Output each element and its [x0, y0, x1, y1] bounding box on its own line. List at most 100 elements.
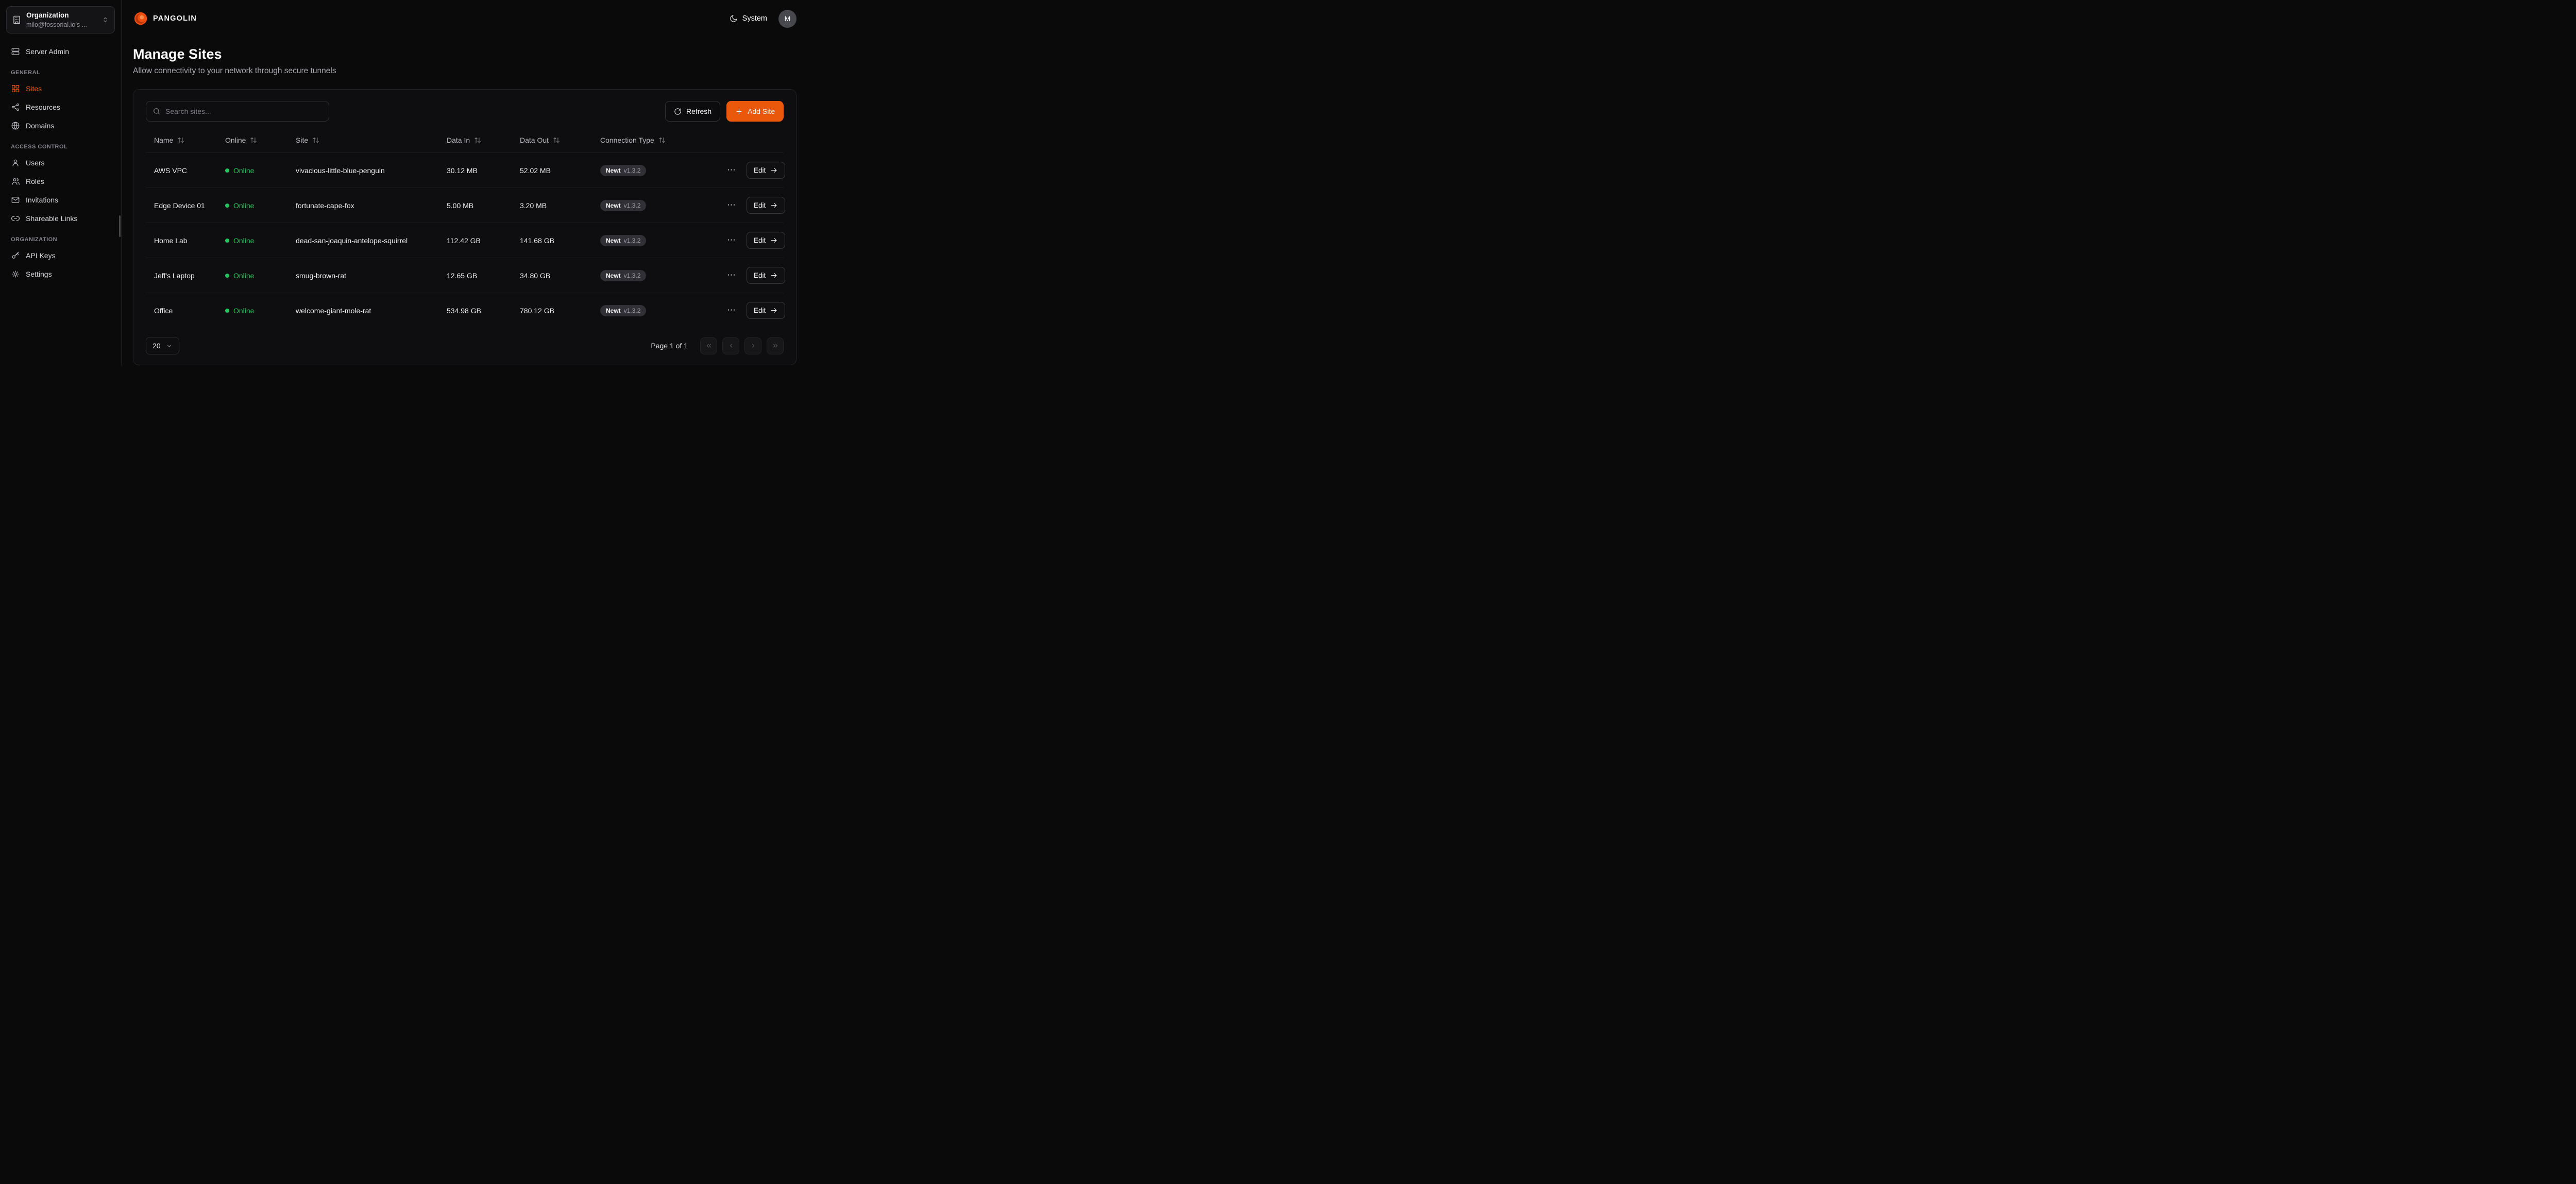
data-in-value: 534.98 GB: [447, 307, 481, 315]
sidebar-item-invitations[interactable]: Invitations: [6, 191, 115, 209]
sidebar-item-sites[interactable]: Sites: [6, 80, 115, 97]
column-header-name[interactable]: Name: [146, 131, 217, 153]
user-icon: [11, 158, 20, 167]
avatar[interactable]: M: [778, 10, 796, 28]
site-tunnel-name: fortunate-cape-fox: [296, 201, 354, 210]
column-header-site[interactable]: Site: [287, 131, 438, 153]
edit-button[interactable]: Edit: [747, 162, 785, 179]
sidebar-scrollbar[interactable]: [119, 215, 121, 237]
arrow-right-icon: [770, 236, 778, 244]
search-input[interactable]: [165, 107, 323, 115]
data-out-value: 34.80 GB: [520, 272, 550, 280]
column-label: Connection Type: [600, 136, 654, 144]
page-size-select[interactable]: 20: [146, 337, 179, 354]
org-selector[interactable]: Organization milo@fossorial.io's ...: [6, 6, 115, 33]
globe-icon: [11, 121, 20, 130]
connection-type-name: Newt: [606, 272, 621, 279]
sort-icon: [312, 137, 319, 144]
edit-label: Edit: [754, 166, 766, 174]
first-page-button[interactable]: [700, 337, 717, 354]
row-more-button[interactable]: ⋯: [726, 234, 737, 247]
edit-label: Edit: [754, 201, 766, 209]
sidebar: Organization milo@fossorial.io's ... Ser…: [0, 0, 122, 366]
section-label-access-control: ACCESS CONTROL: [11, 144, 110, 150]
pangolin-logo-icon: [133, 11, 148, 26]
card-footer: 20 Page 1 of 1: [146, 337, 784, 354]
previous-page-button[interactable]: [722, 337, 739, 354]
sidebar-item-users[interactable]: Users: [6, 154, 115, 172]
sidebar-item-label: Sites: [26, 84, 42, 93]
site-name: Jeff's Laptop: [154, 272, 195, 280]
row-more-button[interactable]: ⋯: [726, 164, 737, 177]
sort-icon: [658, 137, 666, 144]
section-label-general: GENERAL: [11, 70, 110, 76]
sites-icon: [11, 84, 20, 93]
edit-label: Edit: [754, 236, 766, 244]
sort-icon: [553, 137, 560, 144]
sidebar-item-domains[interactable]: Domains: [6, 117, 115, 134]
site-tunnel-name: vivacious-little-blue-penguin: [296, 166, 385, 175]
connection-type-version: v1.3.2: [624, 202, 641, 209]
online-label: Online: [233, 166, 254, 175]
sidebar-item-api-keys[interactable]: API Keys: [6, 247, 115, 264]
sort-icon: [250, 137, 257, 144]
last-page-button[interactable]: [767, 337, 784, 354]
sidebar-item-server-admin[interactable]: Server Admin: [6, 43, 115, 60]
sidebar-item-shareable-links[interactable]: Shareable Links: [6, 210, 115, 227]
connection-type-badge: Newt v1.3.2: [600, 200, 646, 211]
column-header-data-in[interactable]: Data In: [438, 131, 512, 153]
column-header-connection-type[interactable]: Connection Type: [592, 131, 718, 153]
page-subtitle: Allow connectivity to your network throu…: [133, 66, 796, 76]
org-value: milo@fossorial.io's ...: [26, 21, 87, 28]
site-name: Home Lab: [154, 236, 188, 245]
sidebar-item-resources[interactable]: Resources: [6, 98, 115, 116]
row-more-button[interactable]: ⋯: [726, 269, 737, 282]
data-in-value: 12.65 GB: [447, 272, 477, 280]
edit-button[interactable]: Edit: [747, 267, 785, 284]
next-page-button[interactable]: [744, 337, 761, 354]
online-status: Online: [225, 236, 254, 245]
brand[interactable]: PANGOLIN: [133, 11, 197, 26]
refresh-icon: [674, 108, 682, 115]
row-more-button[interactable]: ⋯: [726, 199, 737, 212]
org-selector-text: Organization milo@fossorial.io's ...: [26, 11, 97, 29]
column-label: Data In: [447, 136, 470, 144]
row-more-button[interactable]: ⋯: [726, 304, 737, 317]
page-size-value: 20: [152, 342, 161, 350]
add-site-button[interactable]: Add Site: [726, 101, 784, 122]
page-title: Manage Sites: [133, 46, 796, 62]
link-icon: [11, 214, 20, 223]
site-name: Office: [154, 307, 173, 315]
column-label: Name: [154, 136, 173, 144]
refresh-button[interactable]: Refresh: [665, 101, 720, 122]
chevron-down-icon: [166, 343, 173, 349]
column-header-online[interactable]: Online: [217, 131, 287, 153]
chevrons-left-icon: [705, 342, 713, 349]
site-tunnel-name: smug-brown-rat: [296, 272, 346, 280]
site-name: Edge Device 01: [154, 201, 205, 210]
online-label: Online: [233, 201, 254, 210]
connection-type-name: Newt: [606, 237, 621, 244]
sidebar-item-settings[interactable]: Settings: [6, 265, 115, 283]
page-indicator: Page 1 of 1: [651, 342, 688, 350]
sidebar-item-label: Server Admin: [26, 47, 69, 56]
edit-button[interactable]: Edit: [747, 302, 785, 319]
section-label-organization: ORGANIZATION: [11, 236, 110, 243]
online-status: Online: [225, 272, 254, 280]
topbar: PANGOLIN System M: [133, 0, 796, 37]
toolbar-actions: Refresh Add Site: [665, 101, 784, 122]
pagination: Page 1 of 1: [651, 337, 784, 354]
sites-toolbar: Refresh Add Site: [146, 101, 784, 122]
topbar-right: System M: [729, 10, 796, 28]
sidebar-item-roles[interactable]: Roles: [6, 173, 115, 190]
edit-button[interactable]: Edit: [747, 232, 785, 249]
theme-toggle[interactable]: System: [729, 14, 767, 23]
online-status: Online: [225, 307, 254, 315]
sites-table: Name Online Site Data In: [146, 131, 784, 328]
edit-label: Edit: [754, 307, 766, 314]
data-out-value: 52.02 MB: [520, 166, 551, 175]
data-out-value: 780.12 GB: [520, 307, 554, 315]
column-header-data-out[interactable]: Data Out: [512, 131, 592, 153]
online-status: Online: [225, 166, 254, 175]
edit-button[interactable]: Edit: [747, 197, 785, 214]
